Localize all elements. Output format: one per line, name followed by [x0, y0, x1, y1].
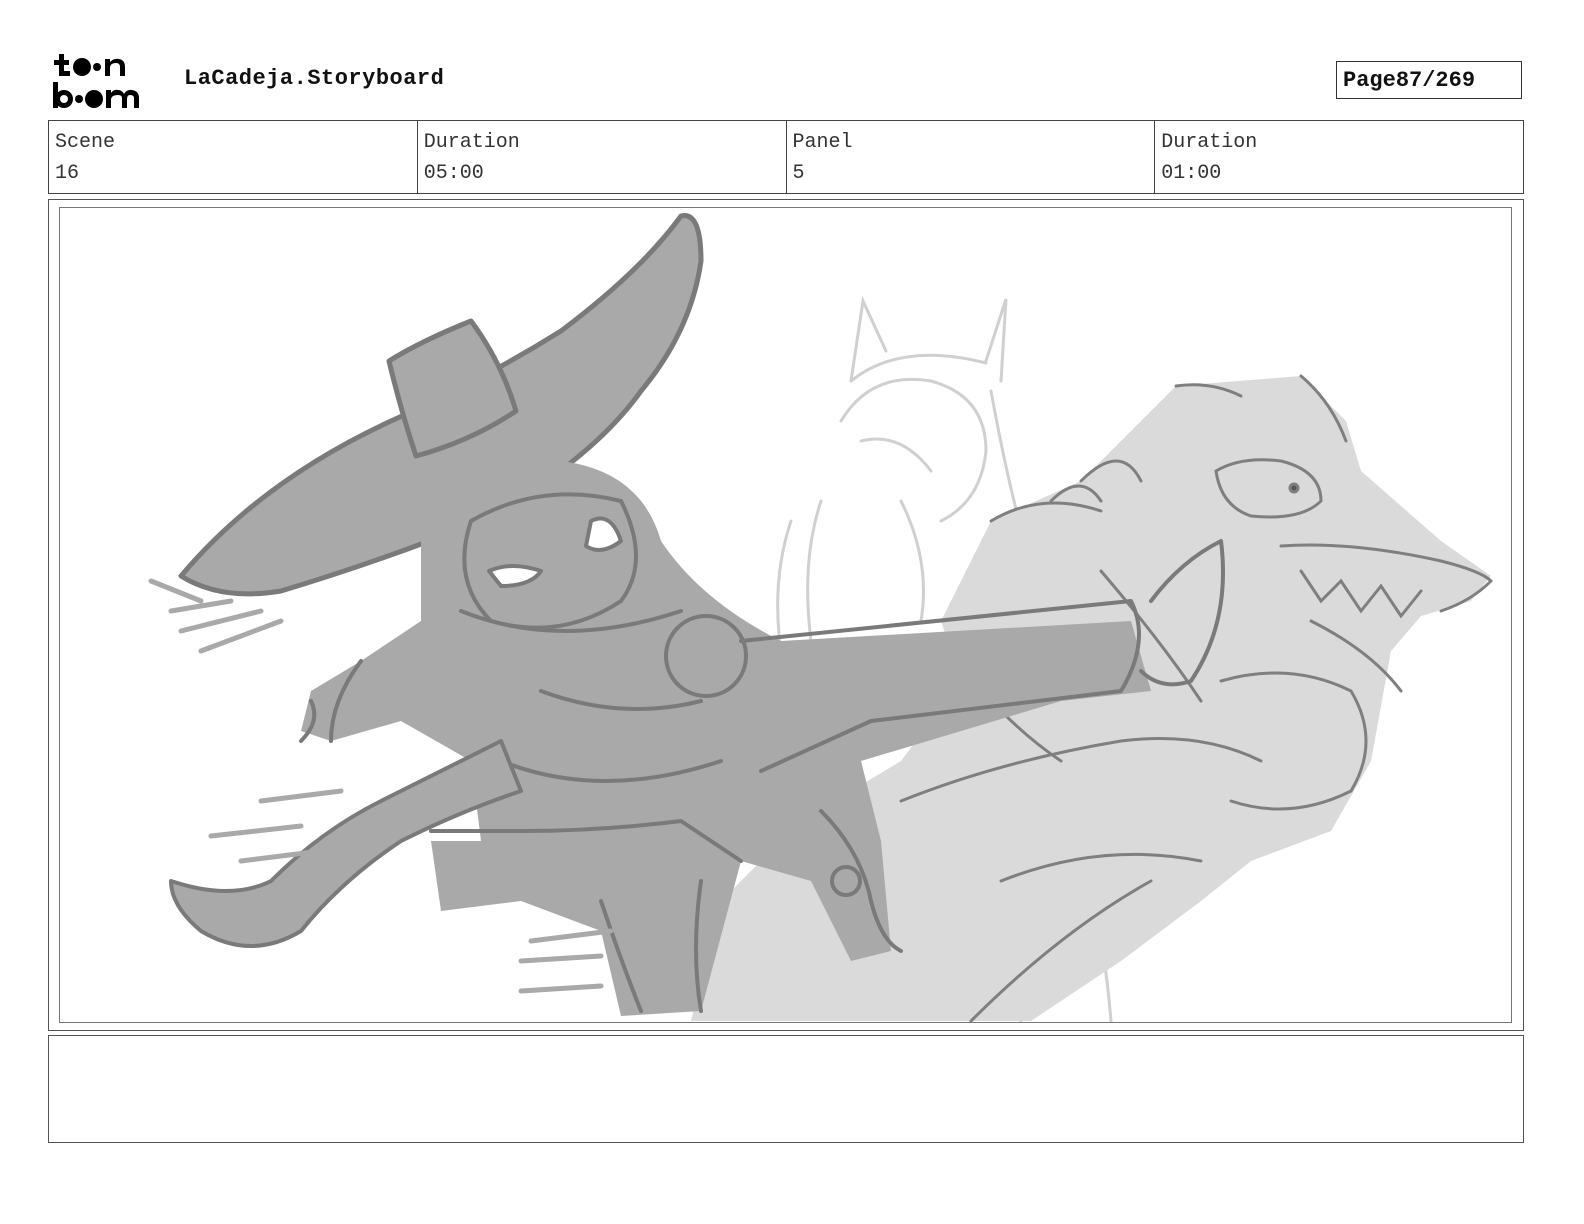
panel-notes-box [48, 1035, 1524, 1143]
panel-duration-label: Duration [1161, 131, 1258, 154]
scene-duration-value: 05:00 [423, 162, 484, 185]
scene-duration-cell: Duration 05:00 [418, 121, 787, 193]
scene-info-table: Scene 16 Duration 05:00 Panel 5 Duration… [48, 120, 1524, 194]
panel-label: Panel [792, 131, 853, 154]
storyboard-panel-image [59, 207, 1512, 1023]
panel-cell: Panel 5 [787, 121, 1156, 193]
page-indicator: Page 87/269 [1336, 61, 1522, 99]
scene-cell: Scene 16 [49, 121, 418, 193]
panel-duration-value: 01:00 [1161, 162, 1222, 185]
page-label: Page [1343, 67, 1396, 93]
page-number: 87/269 [1395, 67, 1476, 93]
document-title: LaCadeja.Storyboard [184, 66, 445, 91]
scene-duration-label: Duration [423, 131, 520, 154]
toon-boom-logo [50, 50, 164, 112]
scene-value: 16 [55, 162, 80, 185]
scene-label: Scene [55, 131, 116, 154]
panel-duration-cell: Duration 01:00 [1155, 121, 1523, 193]
panel-value: 5 [792, 162, 805, 185]
